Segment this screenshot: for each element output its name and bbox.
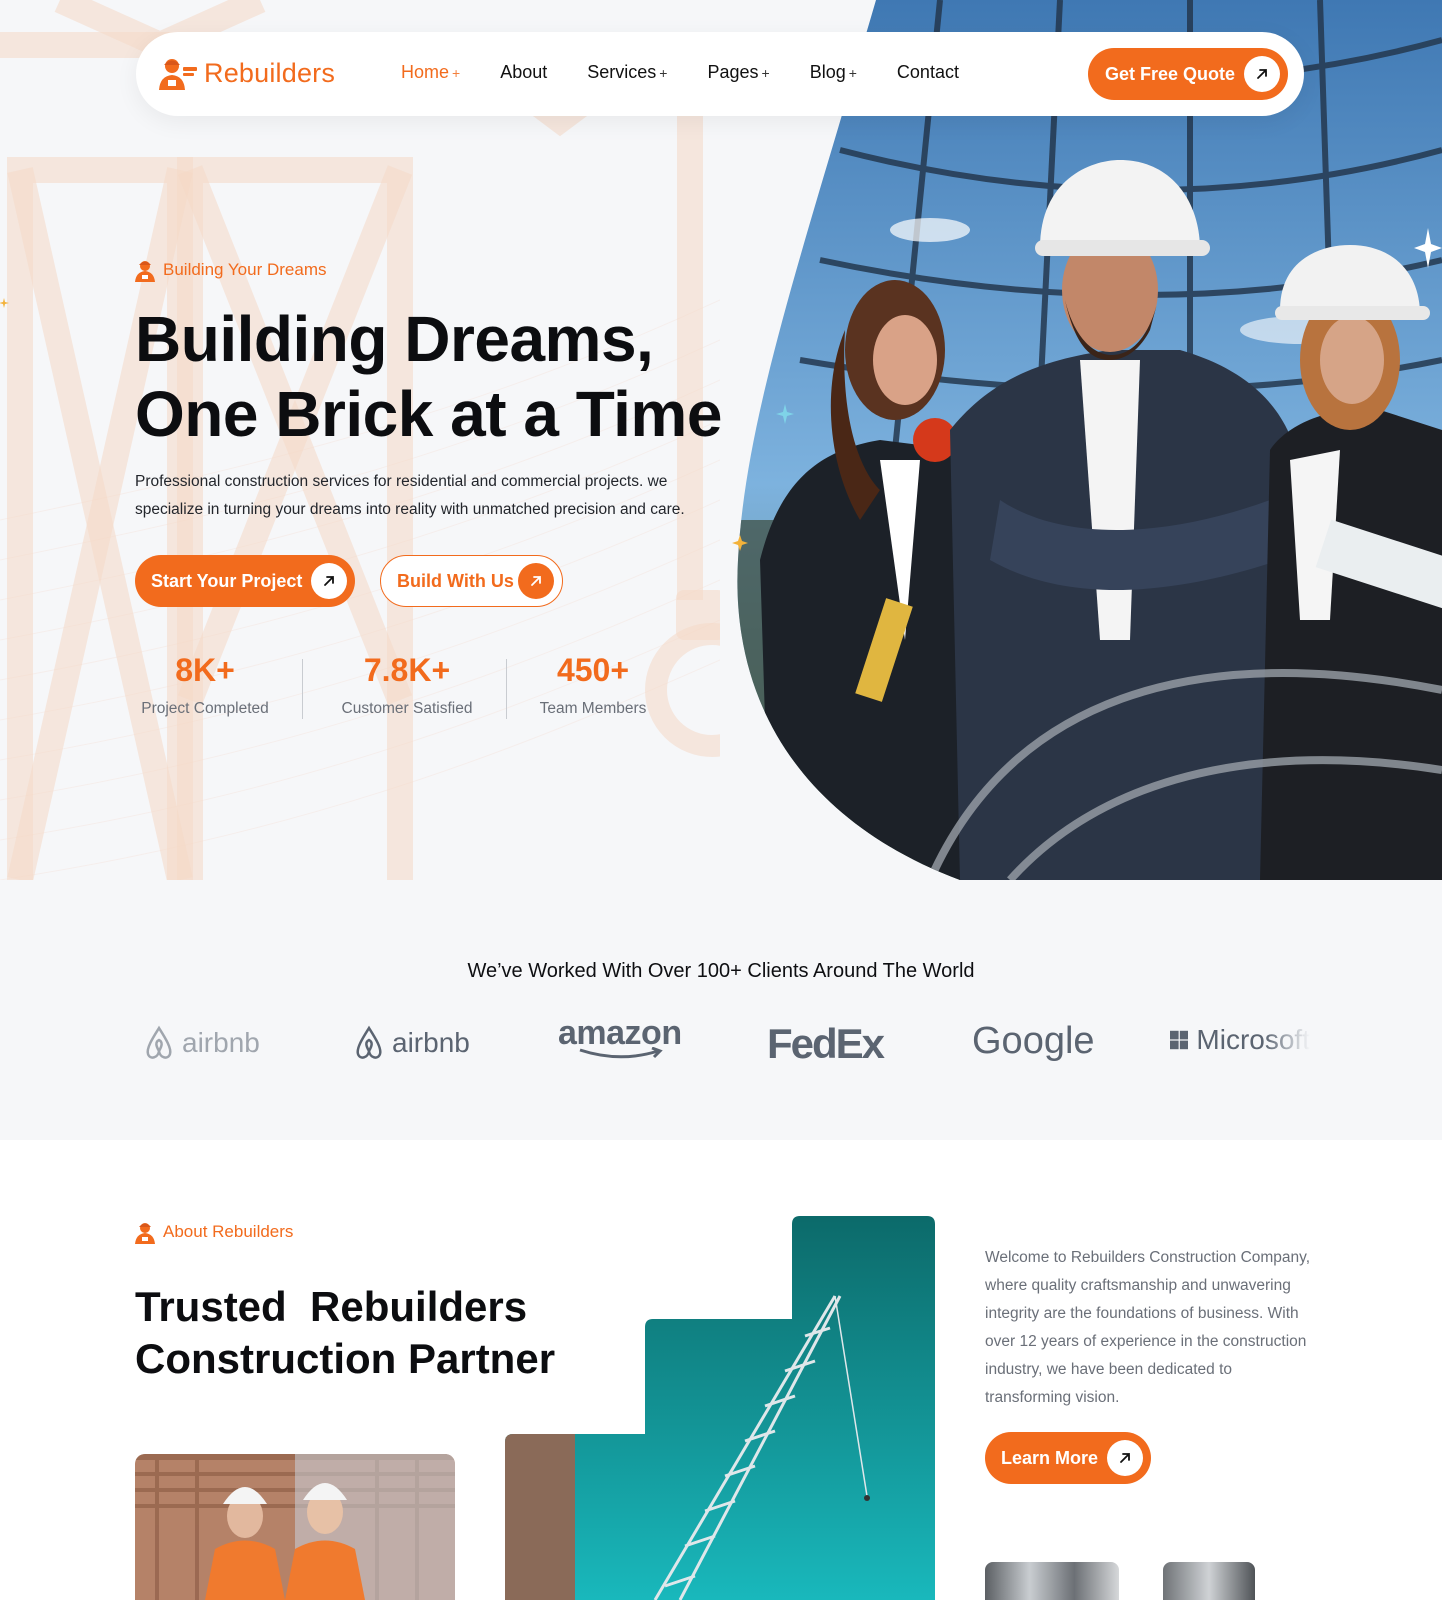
about-title-line2: Construction Partner [135,1335,556,1382]
nav-item-pages[interactable]: Pages + [707,62,769,83]
about-title-line1: Trusted Rebuilders [135,1283,528,1330]
airbnb-logo: airbnb [350,1024,470,1062]
brand-wordmark: Google [972,1020,1095,1062]
hero-title: Building Dreams, One Brick at a Time [135,302,722,452]
worker-icon [135,1223,155,1244]
eyebrow-text: Building Your Dreams [163,260,327,279]
stat-label: Customer Satisfied [341,700,473,717]
nav-item-home[interactable]: Home + [401,62,460,83]
google-logo: Google [972,1020,1095,1063]
hero-title-line1: Building Dreams, [135,303,654,375]
about-description: Welcome to Rebuilders Construction Compa… [985,1249,1311,1406]
stat-divider [302,659,303,719]
button-label: Learn More [1001,1447,1099,1468]
nav-item-about[interactable]: About [500,62,547,83]
about-eyebrow: About Rebuilders [135,1220,293,1244]
arrow-up-right-icon [518,563,554,599]
stat-value: 8K+ [175,652,235,688]
nav-label: Home [401,62,450,82]
fedex-logo: FedEx [767,1020,885,1068]
nav-item-services[interactable]: Services + [587,62,667,83]
arrow-up-right-icon [1244,56,1280,92]
brand-wordmark: Microsoft [1196,1024,1310,1055]
nav-item-blog[interactable]: Blog + [810,62,857,83]
stat-customers: 7.8K+ Customer Satisfied [327,650,487,718]
clients-section: We’ve Worked With Over 100+ Clients Arou… [0,880,1442,1140]
hero-section: Rebuilders Home + About Services + Pages… [0,0,1442,880]
button-label: Start Your Project [151,570,303,591]
nav-item-contact[interactable]: Contact [897,62,959,83]
nav-label: Contact [896,62,959,82]
plus-icon: + [659,64,668,81]
stat-projects: 8K+ Project Completed [135,650,275,718]
stat-value: 450+ [556,652,630,688]
main-nav: Home + About Services + Pages + Blog + C… [401,62,999,83]
crane-photo [505,1216,935,1600]
start-your-project-button[interactable]: Start Your Project [135,555,355,607]
stat-value: 7.8K+ [363,652,451,688]
microsoft-logo: Microsoft [1170,1024,1310,1056]
hero-eyebrow: Building Your Dreams [135,258,326,282]
nav-label: About [500,62,548,82]
button-label: Build With Us [397,570,514,591]
plus-icon: + [761,64,770,81]
hero-description: Professional construction services for r… [135,473,685,518]
gallery-photo [1163,1562,1255,1600]
stat-team: 450+ Team Members [528,650,658,718]
gallery-photo [985,1562,1119,1600]
learn-more-button[interactable]: Learn More [985,1432,1151,1484]
nav-label: Services [587,62,657,82]
worker-logo-icon [159,59,197,90]
brand-name: Rebuilders [204,57,336,88]
about-section: About Rebuilders Trusted Rebuilders Cons… [0,1140,1442,1600]
stat-divider [506,659,507,719]
arrow-up-right-icon [1107,1440,1143,1476]
client-logos: airbnb airbnb amazon FedEx Google Micros… [140,1010,1310,1070]
plus-icon: + [452,64,461,81]
workers-photo [135,1454,455,1600]
clients-title: We’ve Worked With Over 100+ Clients Arou… [467,960,975,982]
worker-icon [135,261,155,282]
arrow-up-right-icon [311,563,347,599]
brand-wordmark: airbnb [182,1027,260,1058]
amazon-logo: amazon [558,1014,682,1061]
eyebrow-text: About Rebuilders [163,1222,294,1241]
get-free-quote-button[interactable]: Get Free Quote [1088,48,1288,100]
about-title: Trusted Rebuilders Construction Partner [135,1281,555,1385]
button-label: Get Free Quote [1105,63,1236,84]
brand-wordmark: FedEx [767,1020,885,1067]
brand-logo[interactable]: Rebuilders [158,56,335,90]
stat-label: Team Members [539,700,647,717]
build-with-us-button[interactable]: Build With Us [380,555,563,607]
airbnb-logo: airbnb [140,1024,260,1062]
nav-label: Blog [809,62,846,82]
hero-title-line2: One Brick at a Time [135,378,722,450]
brand-wordmark: airbnb [392,1027,470,1058]
plus-icon: + [848,64,857,81]
nav-label: Pages [707,62,759,82]
stat-label: Project Completed [141,700,269,717]
